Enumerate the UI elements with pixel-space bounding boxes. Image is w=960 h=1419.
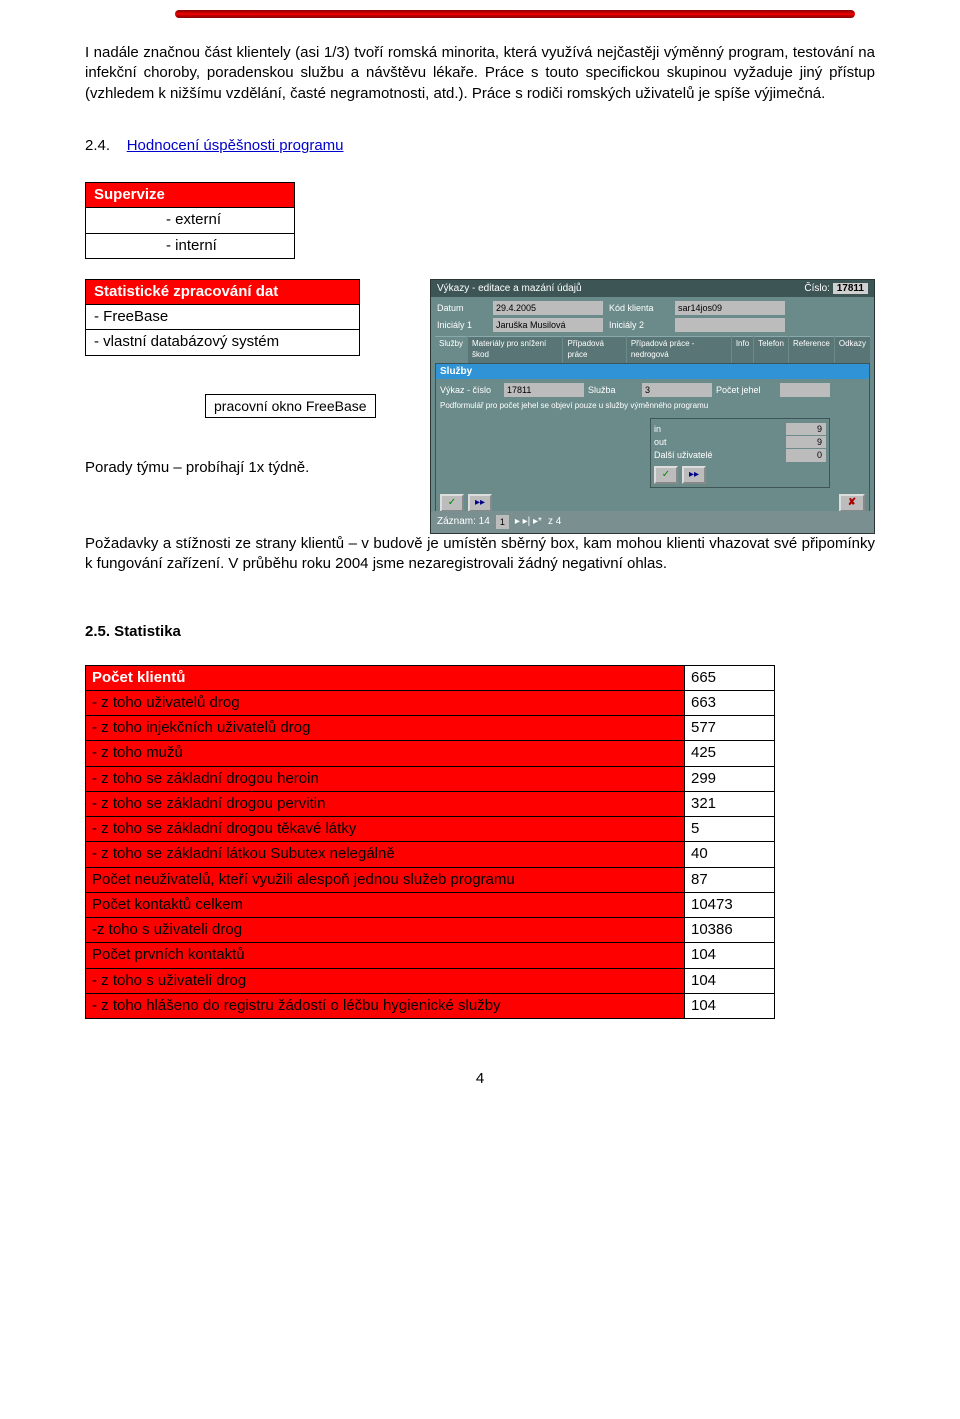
- kod-label: Kód klienta: [609, 302, 669, 314]
- sub-header: Služby: [436, 364, 869, 380]
- stats-table: Počet klientů 665 - z toho uživatelů dro…: [85, 665, 775, 1020]
- tab-sluzby[interactable]: Služby: [435, 336, 467, 363]
- tab-pripad[interactable]: Případová práce: [563, 336, 625, 363]
- jehly-panel: in 9 out 9 Další uživatelé 0 ✓ ▸▸: [650, 418, 830, 487]
- out-value[interactable]: 9: [786, 436, 826, 448]
- stats-row-label: - z toho uživatelů drog: [86, 690, 685, 715]
- nav-buttons[interactable]: ▸ ▸| ▸*: [515, 515, 542, 529]
- stats-row-value: 663: [685, 690, 775, 715]
- note-text: Podformulář pro počet jehel se objeví po…: [440, 401, 865, 412]
- stats-row-value: 5: [685, 817, 775, 842]
- stats-header-label: Počet klientů: [86, 665, 685, 690]
- stats-row-value: 10386: [685, 918, 775, 943]
- out-label: out: [654, 436, 667, 448]
- in-value[interactable]: 9: [786, 423, 826, 435]
- stats-row-label: - z toho se základní drogou heroin: [86, 766, 685, 791]
- nav-total: z 4: [548, 515, 561, 529]
- stats-row-label: - z toho se základní látkou Subutex nele…: [86, 842, 685, 867]
- stats-row-value: 577: [685, 716, 775, 741]
- tab-info[interactable]: Info: [732, 336, 753, 363]
- datum-label: Datum: [437, 302, 487, 314]
- stats-row-label: - z toho se základní drogou těkavé látky: [86, 817, 685, 842]
- arrow-icon: ▸▸: [689, 468, 699, 482]
- close-button[interactable]: ✘: [839, 494, 865, 512]
- pocet-field[interactable]: [780, 383, 830, 397]
- next-button[interactable]: ▸▸: [682, 466, 706, 484]
- paragraph-pozadavky: Požadavky a stížnosti ze strany klientů …: [85, 534, 875, 575]
- stats-row-value: 425: [685, 741, 775, 766]
- inic2-field[interactable]: [675, 318, 785, 332]
- top-divider: [175, 10, 855, 18]
- stats-row-label: Počet neuživatelů, kteří využili alespoň…: [86, 867, 685, 892]
- sluzba-label: Služba: [588, 384, 638, 396]
- statdat-row: - vlastní databázový systém: [86, 330, 360, 355]
- close-icon: ✘: [848, 497, 856, 508]
- tab-reference[interactable]: Reference: [789, 336, 834, 363]
- shot-title: Výkazy - editace a mazání údajů: [437, 282, 582, 296]
- section-number: 2.4.: [85, 137, 110, 154]
- caption-box: pracovní okno FreeBase: [205, 394, 376, 419]
- paragraph-porady: Porady týmu – probíhají 1x týdně.: [85, 458, 415, 478]
- stats-row-label: - z toho hlášeno do registru žádostí o l…: [86, 993, 685, 1018]
- inic1-field[interactable]: Jaruška Musilová: [493, 318, 603, 332]
- sluzba-field[interactable]: 3: [642, 383, 712, 397]
- inic1-label: Iniciály 1: [437, 319, 487, 331]
- section-2-5: 2.5. Statistika: [85, 622, 875, 642]
- stats-row-value: 104: [685, 968, 775, 993]
- stats-row-label: - z toho se základní drogou pervitin: [86, 791, 685, 816]
- arrow-icon: ▸▸: [475, 496, 485, 510]
- supervize-table: Supervize - externí - interní: [85, 182, 295, 259]
- cislo-value: 17811: [833, 283, 868, 294]
- statdat-row: - FreeBase: [86, 305, 360, 330]
- tab-telefon[interactable]: Telefon: [754, 336, 788, 363]
- stats-row-label: - z toho mužů: [86, 741, 685, 766]
- stats-row-label: -z toho s uživateli drog: [86, 918, 685, 943]
- nav-pos[interactable]: 1: [496, 515, 509, 529]
- stats-row-value: 321: [685, 791, 775, 816]
- stats-row-value: 299: [685, 766, 775, 791]
- stats-row-value: 40: [685, 842, 775, 867]
- tab-pripad-nedrog[interactable]: Případová práce - nedrogová: [627, 336, 731, 363]
- tabs: Služby Materiály pro snížení škod Případ…: [431, 336, 874, 363]
- forward-button[interactable]: ▸▸: [468, 494, 492, 512]
- stats-row-label: Počet prvních kontaktů: [86, 943, 685, 968]
- supervize-header: Supervize: [86, 183, 295, 208]
- in-label: in: [654, 423, 661, 435]
- record-nav-bar: Záznam: 14 1 ▸ ▸| ▸* z 4: [431, 511, 874, 533]
- stats-row-value: 87: [685, 867, 775, 892]
- statdat-table: Statistické zpracování dat - FreeBase - …: [85, 279, 360, 356]
- stats-row-value: 10473: [685, 892, 775, 917]
- supervize-row: - interní: [86, 233, 295, 258]
- kod-field[interactable]: sar14jos09: [675, 301, 785, 315]
- page-number: 4: [85, 1069, 875, 1089]
- stats-row-label: - z toho s uživateli drog: [86, 968, 685, 993]
- vykaz-field[interactable]: 17811: [504, 383, 584, 397]
- stats-header-value: 665: [685, 665, 775, 690]
- vykaz-label: Výkaz - číslo: [440, 384, 500, 396]
- stats-row-label: Počet kontaktů celkem: [86, 892, 685, 917]
- stats-row-value: 104: [685, 993, 775, 1018]
- dalsi-label: Další uživatelé: [654, 449, 713, 461]
- stats-row-value: 104: [685, 943, 775, 968]
- stats-row-label: - z toho injekčních uživatelů drog: [86, 716, 685, 741]
- confirm-button[interactable]: ✓: [654, 466, 678, 484]
- check-icon: ✓: [448, 496, 456, 510]
- datum-field[interactable]: 29.4.2005: [493, 301, 603, 315]
- supervize-row: - externí: [86, 208, 295, 233]
- section-2-4: 2.4. Hodnocení úspěšnosti programu: [85, 136, 875, 156]
- pocet-label: Počet jehel: [716, 384, 776, 396]
- tab-materialy[interactable]: Materiály pro snížení škod: [468, 336, 562, 363]
- section-link[interactable]: Hodnocení úspěšnosti programu: [127, 137, 344, 154]
- paragraph-intro: I nadále značnou část klientely (asi 1/3…: [85, 43, 875, 104]
- inic2-label: Iniciály 2: [609, 319, 669, 331]
- dalsi-value[interactable]: 0: [786, 449, 826, 461]
- ok-button[interactable]: ✓: [440, 494, 464, 512]
- check-icon: ✓: [662, 468, 670, 482]
- freebase-screenshot: Výkazy - editace a mazání údajů Číslo: 1…: [430, 279, 875, 534]
- zaznam-label: Záznam: 14: [437, 515, 490, 529]
- cislo-label: Číslo:: [804, 283, 830, 294]
- tab-odkazy[interactable]: Odkazy: [835, 336, 870, 363]
- statdat-header: Statistické zpracování dat: [86, 279, 360, 304]
